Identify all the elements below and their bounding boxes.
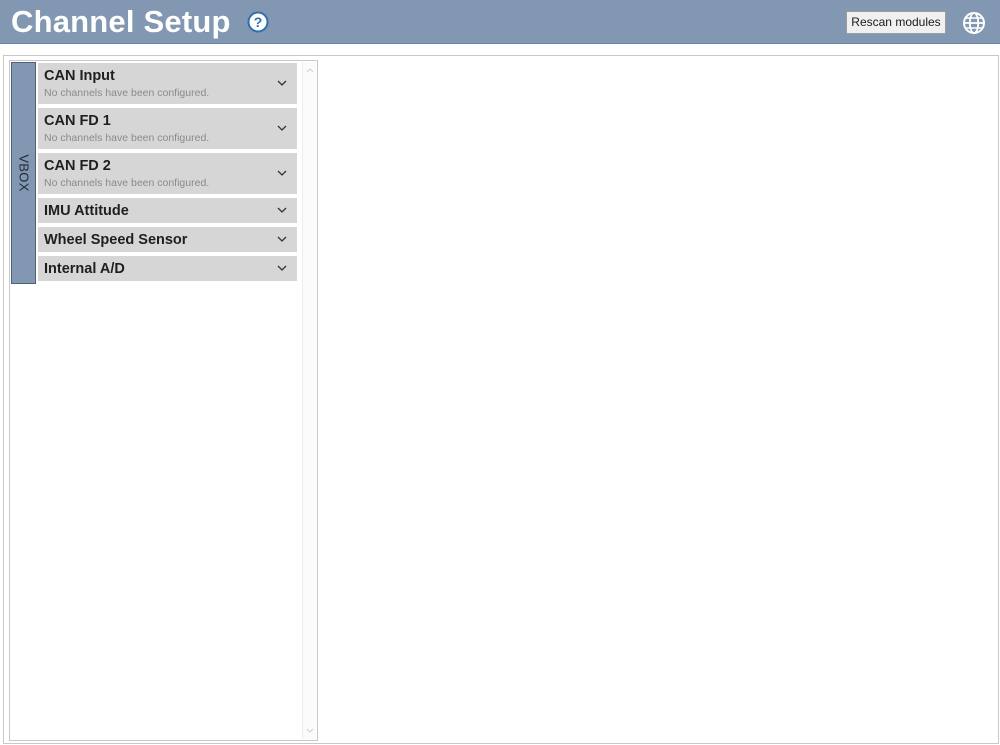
vertical-scrollbar[interactable] <box>302 62 316 739</box>
list-item-can-fd-1[interactable]: CAN FD 1 No channels have been configure… <box>38 108 297 149</box>
chevron-down-icon[interactable] <box>277 207 287 213</box>
list-item-wheel-speed-sensor[interactable]: Wheel Speed Sensor <box>38 227 297 252</box>
scroll-up-arrow-icon[interactable] <box>306 68 314 73</box>
chevron-down-icon[interactable] <box>277 125 287 131</box>
chevron-down-icon[interactable] <box>277 80 287 86</box>
globe-icon[interactable] <box>962 11 986 35</box>
item-title: CAN FD 2 <box>44 158 111 174</box>
main-content-area: VBOX CAN Input No channels have been con… <box>3 55 999 744</box>
vbox-tab[interactable]: VBOX <box>11 62 36 284</box>
module-list-panel: VBOX CAN Input No channels have been con… <box>9 60 318 741</box>
page-title: Channel Setup <box>11 4 231 39</box>
question-circle-icon[interactable]: ? <box>247 11 269 33</box>
chevron-down-icon[interactable] <box>277 265 287 271</box>
item-status: No channels have been configured. <box>44 87 210 99</box>
chevron-down-icon[interactable] <box>277 236 287 242</box>
chevron-down-icon[interactable] <box>277 170 287 176</box>
list-item-can-fd-2[interactable]: CAN FD 2 No channels have been configure… <box>38 153 297 194</box>
item-status: No channels have been configured. <box>44 177 210 189</box>
item-title: CAN Input <box>44 68 115 84</box>
item-status: No channels have been configured. <box>44 132 210 144</box>
list-item-can-input[interactable]: CAN Input No channels have been configur… <box>38 63 297 104</box>
item-title: Wheel Speed Sensor <box>44 232 188 248</box>
header-bar: Channel Setup ? Rescan modules <box>0 0 1000 44</box>
list-item-imu-attitude[interactable]: IMU Attitude <box>38 198 297 223</box>
module-list: CAN Input No channels have been configur… <box>38 63 297 285</box>
vbox-tab-label: VBOX <box>16 154 31 192</box>
svg-text:?: ? <box>254 14 263 30</box>
item-title: Internal A/D <box>44 261 125 277</box>
list-item-internal-ad[interactable]: Internal A/D <box>38 256 297 281</box>
rescan-modules-button[interactable]: Rescan modules <box>846 11 946 34</box>
scroll-down-arrow-icon[interactable] <box>306 728 314 733</box>
item-title: CAN FD 1 <box>44 113 111 129</box>
item-title: IMU Attitude <box>44 203 129 219</box>
